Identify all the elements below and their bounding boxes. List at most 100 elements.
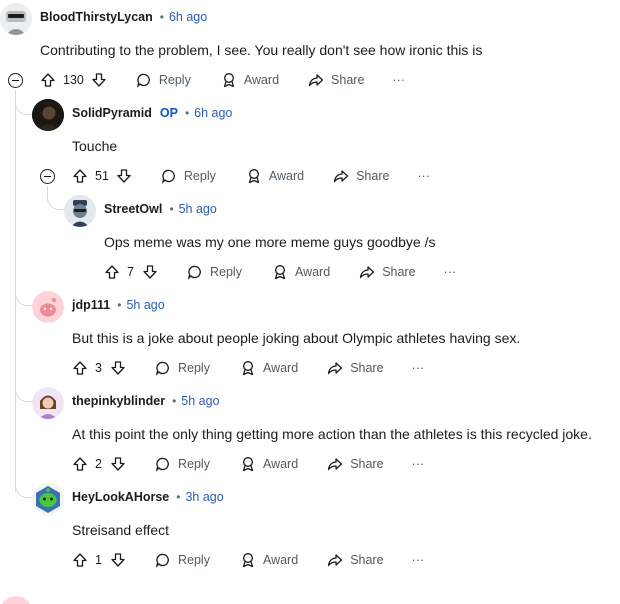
award-icon — [221, 72, 237, 88]
more-icon: ··· — [443, 265, 457, 279]
reply-button[interactable]: Reply — [187, 264, 242, 280]
comment-actions: 1 Reply Award Share ··· — [72, 548, 424, 572]
comment-meta: thepinkyblinder • 5h ago — [72, 394, 220, 408]
vote-group: 130 — [40, 72, 107, 88]
upvote-icon[interactable] — [72, 360, 88, 376]
upvote-icon[interactable] — [72, 552, 88, 568]
award-button[interactable]: Award — [221, 72, 279, 88]
award-label: Award — [262, 457, 299, 471]
share-icon — [308, 72, 324, 88]
share-button[interactable]: Share — [308, 72, 364, 88]
thread-elbow — [15, 476, 33, 498]
reply-button[interactable]: Reply — [161, 168, 216, 184]
thread-elbow — [15, 380, 33, 402]
reply-icon — [155, 456, 171, 472]
avatar[interactable] — [32, 99, 64, 131]
share-label: Share — [356, 169, 390, 183]
more-icon: ··· — [392, 73, 405, 87]
avatar[interactable] — [32, 483, 64, 515]
reply-icon — [187, 264, 203, 280]
upvote-icon[interactable] — [72, 456, 88, 472]
timestamp[interactable]: 5h ago — [126, 298, 164, 312]
reply-button[interactable]: Reply — [155, 552, 210, 568]
downvote-icon[interactable] — [110, 552, 126, 568]
more-options-button[interactable]: ··· — [444, 265, 457, 279]
author-name[interactable]: SolidPyramid — [72, 106, 152, 120]
share-icon — [327, 552, 343, 568]
avatar[interactable] — [0, 596, 32, 604]
share-icon — [327, 360, 343, 376]
reply-button[interactable]: Reply — [155, 360, 210, 376]
score: 7 — [127, 265, 134, 279]
share-button[interactable]: Share — [333, 168, 389, 184]
vote-group: 1 — [72, 552, 126, 568]
share-button[interactable]: Share — [327, 360, 384, 376]
award-button[interactable]: Award — [240, 456, 298, 472]
author-name[interactable]: thepinkyblinder — [72, 394, 165, 408]
upvote-icon[interactable] — [40, 72, 56, 88]
comment-actions: 7 Reply Award Share ··· — [104, 260, 456, 284]
comment-text: Touche — [72, 138, 118, 154]
avatar[interactable] — [32, 387, 64, 419]
share-button[interactable]: Share — [327, 456, 384, 472]
comment-text: Streisand effect — [72, 522, 170, 538]
avatar[interactable] — [0, 3, 32, 35]
share-button[interactable]: Share — [359, 264, 416, 280]
award-label: Award — [262, 553, 299, 567]
avatar[interactable] — [64, 195, 96, 227]
award-button[interactable]: Award — [240, 360, 298, 376]
reply-button[interactable]: Reply — [155, 456, 210, 472]
thread-elbow — [15, 92, 33, 115]
thread-elbow — [47, 186, 65, 210]
comment-text: At this point the only thing getting mor… — [72, 426, 592, 442]
collapse-icon[interactable] — [40, 169, 55, 184]
share-label: Share — [350, 361, 384, 375]
separator: • — [159, 10, 164, 24]
share-label: Share — [331, 73, 365, 87]
downvote-icon[interactable] — [110, 456, 126, 472]
downvote-icon[interactable] — [91, 72, 107, 88]
downvote-icon[interactable] — [110, 360, 126, 376]
reply-label: Reply — [178, 457, 210, 471]
comment-text: But this is a joke about people joking a… — [72, 330, 521, 346]
award-button[interactable]: Award — [240, 552, 298, 568]
comment-text: Ops meme was my one more meme guys goodb… — [104, 234, 436, 250]
upvote-icon[interactable] — [72, 168, 88, 184]
award-icon — [240, 456, 256, 472]
timestamp[interactable]: 6h ago — [194, 106, 232, 120]
avatar[interactable] — [32, 291, 64, 323]
comment-actions: 51 Reply Award Share ··· — [72, 164, 430, 188]
comment-meta: jdp111 • 5h ago — [72, 298, 165, 312]
author-name[interactable]: HeyLookAHorse — [72, 490, 169, 504]
share-icon — [359, 264, 375, 280]
author-name[interactable]: StreetOwl — [104, 202, 162, 216]
timestamp[interactable]: 5h ago — [181, 394, 219, 408]
collapse-icon[interactable] — [8, 73, 23, 88]
more-options-button[interactable]: ··· — [412, 457, 425, 471]
reply-label: Reply — [178, 361, 210, 375]
award-button[interactable]: Award — [246, 168, 304, 184]
share-button[interactable]: Share — [327, 552, 384, 568]
op-badge: OP — [159, 106, 178, 120]
timestamp[interactable]: 3h ago — [185, 490, 223, 504]
separator: • — [184, 106, 190, 120]
more-options-button[interactable]: ··· — [417, 169, 430, 183]
more-options-button[interactable]: ··· — [392, 73, 405, 87]
author-name[interactable]: BloodThirstyLycan — [40, 10, 153, 24]
downvote-icon[interactable] — [116, 168, 132, 184]
more-icon: ··· — [417, 169, 430, 183]
reply-button[interactable]: Reply — [136, 72, 191, 88]
more-options-button[interactable]: ··· — [412, 553, 425, 567]
more-options-button[interactable]: ··· — [412, 361, 425, 375]
vote-group: 7 — [104, 264, 158, 280]
timestamp[interactable]: 6h ago — [169, 10, 207, 24]
share-icon — [327, 456, 343, 472]
award-button[interactable]: Award — [272, 264, 330, 280]
author-name[interactable]: jdp111 — [72, 298, 110, 312]
reply-label: Reply — [183, 169, 216, 183]
timestamp[interactable]: 5h ago — [179, 202, 217, 216]
reply-icon — [136, 72, 152, 88]
comment-meta: HeyLookAHorse • 3h ago — [72, 490, 224, 504]
downvote-icon[interactable] — [142, 264, 158, 280]
upvote-icon[interactable] — [104, 264, 120, 280]
